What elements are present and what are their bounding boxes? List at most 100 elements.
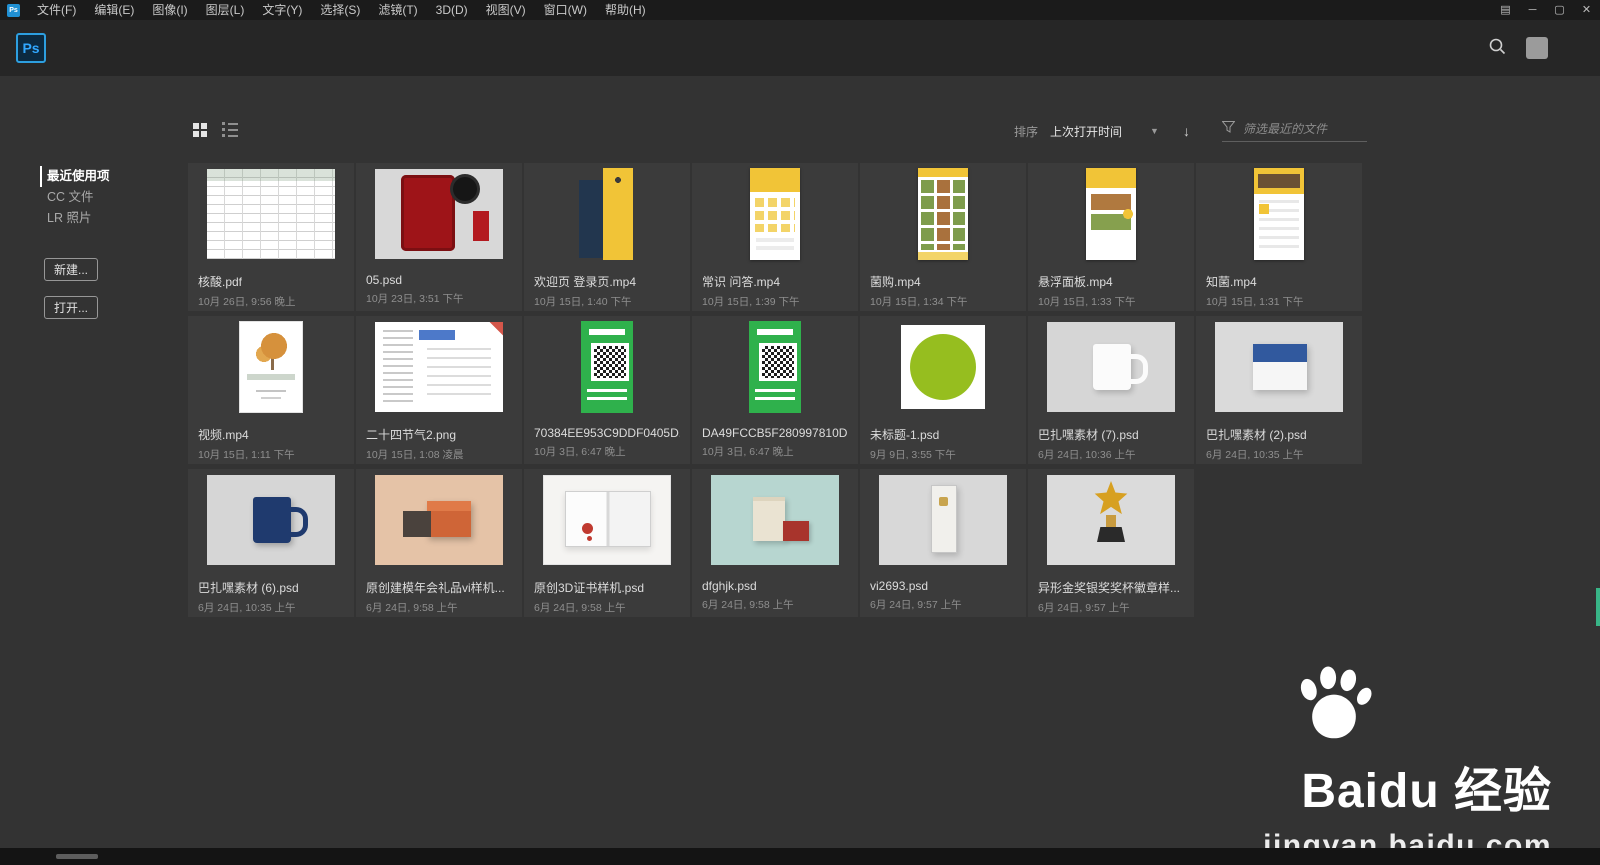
file-date: 10月 15日, 1:31 下午 xyxy=(1206,296,1304,308)
file-card[interactable]: 原创3D证书样机.psd 6月 24日, 9:58 上午 xyxy=(524,469,690,617)
vertical-scrollbar-thumb[interactable] xyxy=(1596,588,1600,626)
file-caption: 异形金奖银奖奖杯徽章样... 6月 24日, 9:57 上午 xyxy=(1028,571,1194,615)
file-date: 6月 24日, 10:35 上午 xyxy=(198,602,296,614)
file-date: 6月 24日, 10:36 上午 xyxy=(1038,449,1136,461)
app-header: Ps xyxy=(0,20,1600,76)
file-thumb-area xyxy=(188,469,354,571)
search-icon[interactable] xyxy=(1488,37,1506,60)
account-avatar[interactable] xyxy=(1526,37,1548,59)
file-card[interactable]: 悬浮面板.mp4 10月 15日, 1:33 下午 xyxy=(1028,163,1194,311)
open-file-button[interactable]: 打开... xyxy=(44,296,98,319)
file-date: 10月 23日, 3:51 下午 xyxy=(366,293,464,305)
file-card[interactable]: 常识 问答.mp4 10月 15日, 1:39 下午 xyxy=(692,163,858,311)
file-card[interactable]: 欢迎页 登录页.mp4 10月 15日, 1:40 下午 xyxy=(524,163,690,311)
file-thumb xyxy=(207,475,335,565)
menu-item[interactable]: 文件(F) xyxy=(28,0,85,20)
file-thumb-area xyxy=(1028,316,1194,418)
file-thumb xyxy=(1047,322,1175,412)
file-card[interactable]: 05.psd 10月 23日, 3:51 下午 xyxy=(356,163,522,311)
menu-item[interactable]: 3D(D) xyxy=(427,0,477,20)
file-thumb xyxy=(375,169,503,259)
arrange-documents-icon[interactable]: ▤ xyxy=(1492,0,1519,20)
file-caption: 巴扎嘿素材 (6).psd 6月 24日, 10:35 上午 xyxy=(188,571,354,615)
file-name: 巴扎嘿素材 (6).psd xyxy=(198,581,299,595)
file-card[interactable]: 巴扎嘿素材 (7).psd 6月 24日, 10:36 上午 xyxy=(1028,316,1194,464)
file-thumb xyxy=(581,321,633,413)
maximize-button[interactable]: ▢ xyxy=(1546,0,1573,20)
bottom-strip xyxy=(0,848,1600,865)
minimize-button[interactable]: ─ xyxy=(1519,0,1546,20)
file-thumb-area xyxy=(692,316,858,418)
file-thumb-area xyxy=(524,316,690,418)
menu-item[interactable]: 滤镜(T) xyxy=(369,0,426,20)
file-name: 欢迎页 登录页.mp4 xyxy=(534,275,637,289)
menu-item[interactable]: 窗口(W) xyxy=(535,0,596,20)
file-caption: 二十四节气2.png 10月 15日, 1:08 凌晨 xyxy=(356,418,522,462)
file-card[interactable]: 巴扎嘿素材 (6).psd 6月 24日, 10:35 上午 xyxy=(188,469,354,617)
file-name: 05.psd xyxy=(366,273,403,287)
sort-controls: 排序 上次打开时间 ▼ ↓ xyxy=(1014,120,1190,142)
file-name: 巴扎嘿素材 (2).psd xyxy=(1206,428,1307,442)
file-date: 6月 24日, 9:57 上午 xyxy=(870,599,962,611)
file-date: 10月 15日, 1:39 下午 xyxy=(702,296,800,308)
file-thumb xyxy=(1047,475,1175,565)
chevron-down-icon[interactable]: ▼ xyxy=(1150,126,1159,136)
file-card[interactable]: 70384EE953C9DDF0405D... 10月 3日, 6:47 晚上 xyxy=(524,316,690,464)
file-card[interactable]: dfghjk.psd 6月 24日, 9:58 上午 xyxy=(692,469,858,617)
file-card[interactable]: 二十四节气2.png 10月 15日, 1:08 凌晨 xyxy=(356,316,522,464)
filter-input[interactable]: 筛选最近的文件 xyxy=(1221,116,1367,142)
file-date: 10月 15日, 1:08 凌晨 xyxy=(366,449,464,461)
file-date: 9月 9日, 3:55 下午 xyxy=(870,449,956,461)
menu-item[interactable]: 帮助(H) xyxy=(596,0,655,20)
file-date: 10月 3日, 6:47 晚上 xyxy=(534,446,626,458)
grid-view-icon[interactable] xyxy=(193,122,207,137)
baidu-jingyan-watermark: Baidu 经验 jingyan.baidu.com xyxy=(1200,664,1552,863)
sort-label: 排序 xyxy=(1014,124,1039,139)
file-name: 核酸.pdf xyxy=(198,275,243,289)
horizontal-scrollbar-thumb[interactable] xyxy=(56,854,98,859)
sidebar-item[interactable]: 最近使用项 xyxy=(40,166,170,187)
menubar: 文件(F) 编辑(E) 图像(I) 图层(L) 文字(Y) 选择(S) 滤镜(T) 3D(D)… xyxy=(28,0,655,20)
sort-direction-icon[interactable]: ↓ xyxy=(1183,123,1190,139)
file-thumb xyxy=(711,475,839,565)
file-card[interactable]: vi2693.psd 6月 24日, 9:57 上午 xyxy=(860,469,1026,617)
file-thumb xyxy=(901,325,985,409)
file-card[interactable]: 异形金奖银奖奖杯徽章样... 6月 24日, 9:57 上午 xyxy=(1028,469,1194,617)
file-thumb xyxy=(879,475,1007,565)
sidebar-item[interactable]: CC 文件 xyxy=(40,187,170,208)
filter-placeholder: 筛选最近的文件 xyxy=(1243,122,1328,136)
file-name: 原创3D证书样机.psd xyxy=(534,581,645,595)
file-thumb xyxy=(749,321,801,413)
file-thumb-area xyxy=(356,163,522,265)
list-view-icon[interactable] xyxy=(222,122,238,137)
file-card[interactable]: 巴扎嘿素材 (2).psd 6月 24日, 10:35 上午 xyxy=(1196,316,1362,464)
close-button[interactable]: ✕ xyxy=(1573,0,1600,20)
file-thumb xyxy=(375,322,503,412)
menu-item[interactable]: 文字(Y) xyxy=(253,0,311,20)
menu-item[interactable]: 图层(L) xyxy=(197,0,254,20)
file-caption: 原创3D证书样机.psd 6月 24日, 9:58 上午 xyxy=(524,571,690,615)
file-card[interactable]: 知菌.mp4 10月 15日, 1:31 下午 xyxy=(1196,163,1362,311)
file-card[interactable]: 核酸.pdf 10月 26日, 9:56 晚上 xyxy=(188,163,354,311)
file-card[interactable]: 视频.mp4 10月 15日, 1:11 下午 xyxy=(188,316,354,464)
menu-item[interactable]: 图像(I) xyxy=(143,0,196,20)
file-card[interactable]: 菌购.mp4 10月 15日, 1:34 下午 xyxy=(860,163,1026,311)
file-name: 菌购.mp4 xyxy=(870,275,921,289)
file-thumb-area xyxy=(860,469,1026,571)
file-card[interactable]: 未标题-1.psd 9月 9日, 3:55 下午 xyxy=(860,316,1026,464)
file-thumb xyxy=(750,168,800,260)
file-date: 10月 3日, 6:47 晚上 xyxy=(702,446,794,458)
sort-dropdown[interactable]: 上次打开时间 xyxy=(1050,123,1122,140)
file-card[interactable]: 原创建模年会礼品vi样机... 6月 24日, 9:58 上午 xyxy=(356,469,522,617)
file-date: 6月 24日, 10:35 上午 xyxy=(1206,449,1304,461)
menu-item[interactable]: 视图(V) xyxy=(477,0,535,20)
file-name: 常识 问答.mp4 xyxy=(702,275,781,289)
file-thumb-area xyxy=(356,316,522,418)
new-file-button[interactable]: 新建... xyxy=(44,258,98,281)
file-date: 10月 15日, 1:11 下午 xyxy=(198,449,295,461)
file-card[interactable]: DA49FCCB5F280997810D... 10月 3日, 6:47 晚上 xyxy=(692,316,858,464)
baidu-paw-icon xyxy=(1200,664,1552,747)
menu-item[interactable]: 选择(S) xyxy=(311,0,369,20)
menu-item[interactable]: 编辑(E) xyxy=(85,0,143,20)
sidebar-item[interactable]: LR 照片 xyxy=(40,208,170,229)
